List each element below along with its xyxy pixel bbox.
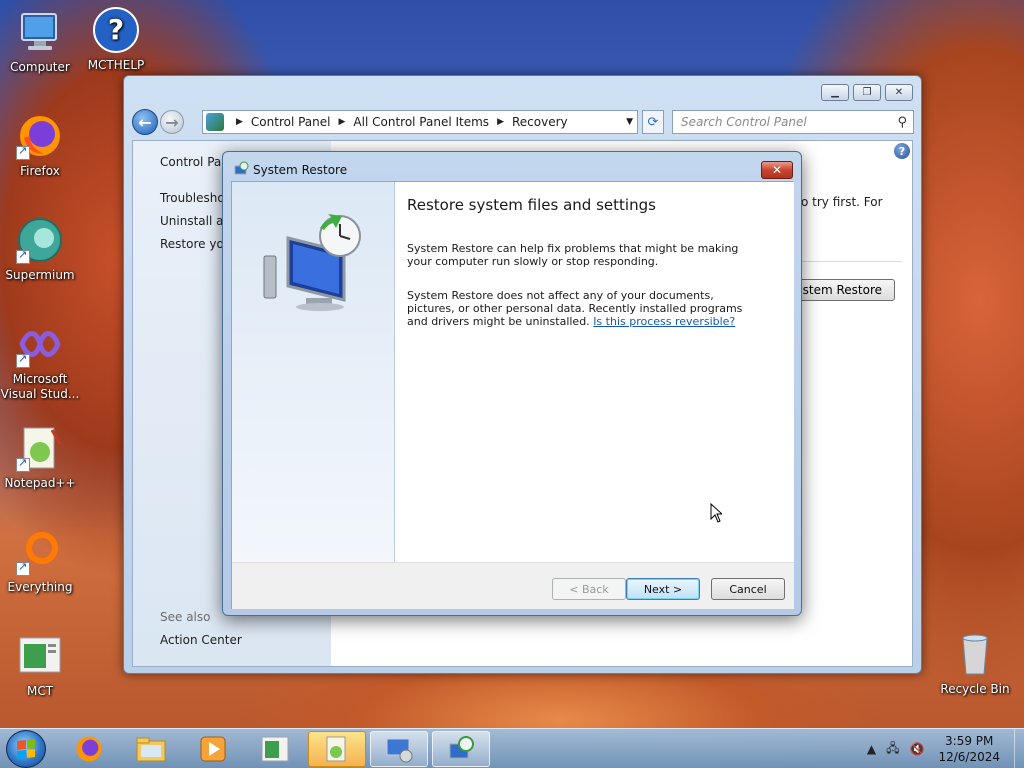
chevron-down-icon[interactable]: ▼ xyxy=(626,117,633,127)
network-icon[interactable]: 🖧 xyxy=(886,739,899,760)
desktop-icon-recycle-bin[interactable]: Recycle Bin xyxy=(935,630,1015,697)
dialog-title: System Restore xyxy=(253,163,348,177)
maximize-button[interactable]: ❐ xyxy=(853,84,881,101)
taskbar-media-player[interactable] xyxy=(184,731,242,767)
action-center-link[interactable]: Action Center xyxy=(160,633,242,647)
desktop-icon-notepadpp[interactable]: Notepad++ xyxy=(0,424,80,491)
desktop-icon-firefox[interactable]: Firefox xyxy=(0,112,80,179)
desktop-icon-computer[interactable]: Computer xyxy=(0,8,80,75)
search-placeholder: Search Control Panel xyxy=(681,115,807,129)
taskbar-explorer[interactable] xyxy=(122,731,180,767)
breadcrumb-recovery[interactable]: Recovery xyxy=(512,115,568,129)
taskbar: ▲ 🖧 🔇 3:59 PM 12/6/2024 xyxy=(0,728,1024,768)
taskbar-firefox[interactable] xyxy=(60,731,118,767)
desktop-icon-label: MCTHELP xyxy=(87,58,145,72)
show-desktop-button[interactable] xyxy=(1014,729,1024,768)
breadcrumb-arrow-icon: ▶ xyxy=(236,117,243,127)
recovery-description: o try first. For xyxy=(801,195,883,209)
start-button[interactable] xyxy=(6,730,46,768)
forward-button[interactable]: → xyxy=(160,110,184,134)
search-input[interactable]: Search Control Panel ⚲ xyxy=(672,110,914,134)
window-controls: ▁ ❐ ✕ xyxy=(821,84,913,101)
system-restore-icon xyxy=(449,736,474,759)
help-icon: ? xyxy=(92,6,140,54)
system-tray: ▲ 🖧 🔇 3:59 PM 12/6/2024 xyxy=(857,729,1016,768)
open-system-restore-button[interactable]: Open System Restore xyxy=(793,279,895,301)
supermium-icon xyxy=(16,216,64,264)
dialog-close-button[interactable]: ✕ xyxy=(761,161,793,179)
reversible-link[interactable]: Is this process reversible? xyxy=(593,315,735,328)
desktop-icon-everything[interactable]: Everything xyxy=(0,528,80,595)
desktop-icon-label: Microsoft Visual Stud... xyxy=(0,372,80,401)
firefox-icon xyxy=(76,736,102,762)
desktop-icon-label: MCT xyxy=(26,684,54,698)
taskbar-notepadpp[interactable] xyxy=(308,731,366,767)
dialog-content: Restore system files and settings System… xyxy=(231,181,794,609)
dialog-paragraph-1: System Restore can help fix problems tha… xyxy=(407,242,739,268)
back-button[interactable]: ← xyxy=(132,109,158,135)
mouse-cursor-icon xyxy=(710,503,722,523)
breadcrumb-arrow-icon: ▶ xyxy=(338,117,346,127)
mct-icon xyxy=(16,632,64,680)
cancel-button[interactable]: Cancel xyxy=(711,578,785,600)
dialog-heading: Restore system files and settings xyxy=(407,196,656,214)
mct-icon xyxy=(261,736,289,762)
navigation-bar: ← → ▶ Control Panel ▶ All Control Panel … xyxy=(132,108,914,135)
clock-date: 12/6/2024 xyxy=(938,750,1000,764)
system-restore-dialog: System Restore ✕ Restore system files an… xyxy=(222,151,802,616)
breadcrumb-control-panel[interactable]: Control Panel xyxy=(251,115,331,129)
control-panel-icon xyxy=(386,738,413,763)
minimize-button[interactable]: ▁ xyxy=(821,84,849,101)
desktop-icon-label: Everything xyxy=(7,580,73,594)
see-also-heading: See also xyxy=(160,610,211,624)
svg-text:?: ? xyxy=(108,13,124,46)
dialog-paragraph-2: System Restore does not affect any of yo… xyxy=(407,289,759,328)
refresh-button[interactable]: ⟳ xyxy=(642,110,664,134)
show-hidden-icons-icon[interactable]: ▲ xyxy=(867,742,876,756)
taskbar-mct[interactable] xyxy=(246,731,304,767)
breadcrumb-arrow-icon: ▶ xyxy=(497,117,504,127)
control-panel-icon xyxy=(206,113,224,131)
breadcrumb-all-items[interactable]: All Control Panel Items xyxy=(353,115,489,129)
desktop-icon-mcthelp[interactable]: ? MCTHELP xyxy=(76,6,156,73)
notepadpp-icon xyxy=(16,424,64,472)
system-restore-icon xyxy=(234,161,249,175)
system-restore-illustration-icon xyxy=(263,214,361,311)
help-icon[interactable]: ? xyxy=(894,143,910,159)
desktop-icon-label: Computer xyxy=(10,60,70,74)
desktop-icon-mct[interactable]: MCT xyxy=(0,632,80,699)
clock-time: 3:59 PM xyxy=(945,734,994,748)
desktop-icon-label: Notepad++ xyxy=(4,476,76,490)
dialog-main-panel: Restore system files and settings System… xyxy=(395,182,794,562)
dialog-footer: < Back Next > Cancel xyxy=(232,562,794,609)
clock[interactable]: 3:59 PM 12/6/2024 xyxy=(938,733,1000,765)
back-button[interactable]: < Back xyxy=(552,578,626,600)
everything-icon xyxy=(16,528,64,576)
taskbar-system-restore[interactable] xyxy=(432,731,490,767)
firefox-icon xyxy=(16,112,64,160)
taskbar-control-panel[interactable] xyxy=(370,731,428,767)
folder-icon xyxy=(136,737,166,762)
desktop-icon-label: Firefox xyxy=(20,164,60,178)
desktop-icon-label: Recycle Bin xyxy=(940,682,1010,696)
visual-studio-icon xyxy=(16,320,64,368)
desktop-icon-supermium[interactable]: Supermium xyxy=(0,216,80,283)
address-bar[interactable]: ▶ Control Panel ▶ All Control Panel Item… xyxy=(202,110,638,134)
close-button[interactable]: ✕ xyxy=(885,84,913,101)
volume-muted-icon[interactable]: 🔇 xyxy=(910,742,925,756)
windows-logo-icon xyxy=(17,739,35,759)
divider xyxy=(801,261,902,262)
notepadpp-icon xyxy=(326,736,346,762)
dialog-side-panel xyxy=(232,182,395,562)
media-player-icon xyxy=(200,736,226,762)
desktop-icon-label: Supermium xyxy=(5,268,75,282)
search-icon[interactable]: ⚲ xyxy=(897,115,907,130)
desktop-icon-visual-studio[interactable]: Microsoft Visual Stud... xyxy=(0,320,80,402)
next-button[interactable]: Next > xyxy=(626,578,700,600)
recycle-bin-icon xyxy=(951,630,999,678)
computer-icon xyxy=(16,8,64,56)
